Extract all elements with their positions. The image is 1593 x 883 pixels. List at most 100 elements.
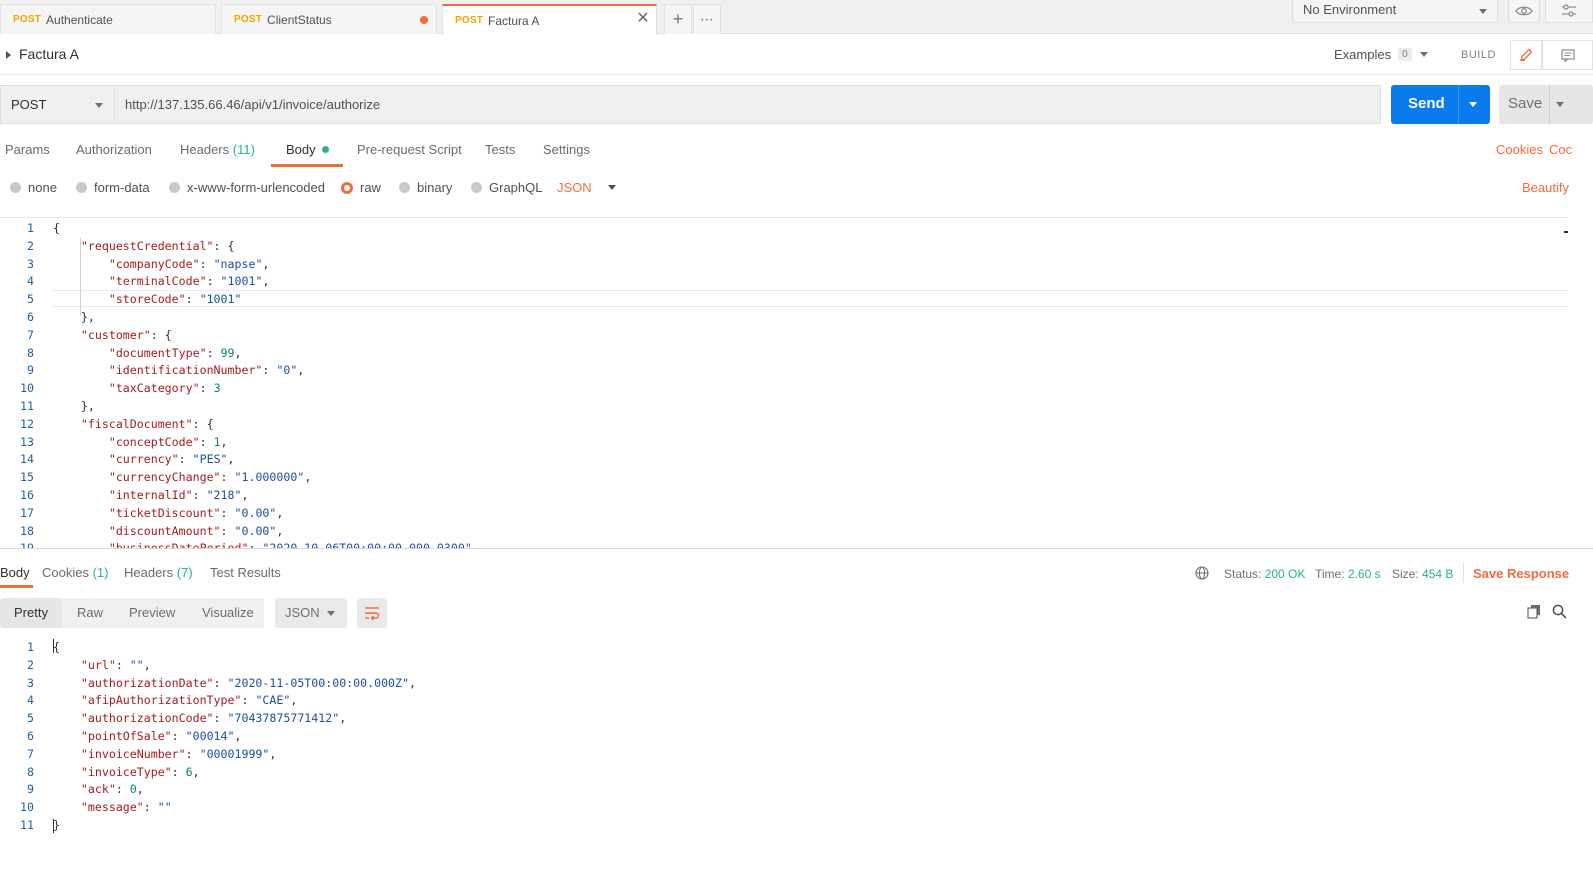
response-tab-body[interactable]: Body (0, 565, 30, 580)
code-token: "2020-10-06T00:00:00.000-0300" (262, 541, 471, 548)
code-text: "storeCode": "1001" (53, 290, 242, 308)
radio-graphql[interactable]: GraphQL (471, 180, 542, 195)
manage-environments-button[interactable] (1545, 0, 1593, 23)
copy-response-button[interactable] (1525, 602, 1543, 620)
expand-triangle-icon[interactable] (6, 51, 11, 59)
radio-x-www-form-urlencoded[interactable]: x-www-form-urlencoded (169, 180, 325, 195)
line-number: 6 (27, 729, 34, 743)
url-input[interactable]: http://137.135.66.46/api/v1/invoice/auth… (114, 85, 1381, 124)
code-token: : (220, 505, 235, 520)
tab-factura-a[interactable]: POST Factura A ✕ (442, 4, 657, 35)
request-body-editor[interactable]: 1{2 "requestCredential": {3 "companyCode… (0, 217, 1568, 548)
code-token: "0" (276, 363, 298, 378)
tab-clientstatus[interactable]: POST ClientStatus (221, 4, 437, 34)
code-token: "url" (80, 657, 116, 672)
tab-params[interactable]: Params (5, 142, 50, 157)
code-token: 99 (220, 345, 235, 360)
code-token: "0.00" (234, 523, 277, 538)
view-raw[interactable]: Raw (67, 598, 113, 628)
send-options-chevron-icon[interactable] (1469, 102, 1477, 107)
response-tab-test-results[interactable]: Test Results (210, 565, 281, 580)
tab-authorization[interactable]: Authorization (76, 142, 152, 157)
code-text: { (53, 219, 60, 237)
radio-binary[interactable]: binary (399, 180, 452, 195)
network-info-button[interactable] (1193, 565, 1211, 581)
line-number: 3 (27, 256, 34, 271)
line-number: 5 (27, 292, 34, 307)
line-number: 9 (27, 363, 34, 378)
code-token: "ticketDiscount" (108, 505, 221, 520)
tab-options-button[interactable]: ⋯ (693, 4, 721, 34)
environment-quick-look-button[interactable] (1508, 0, 1540, 23)
radio-none[interactable]: none (10, 180, 57, 195)
tab-pre-request-script[interactable]: Pre-request Script (357, 142, 462, 157)
status-label: Status: (1224, 567, 1262, 581)
response-divider[interactable] (0, 548, 1593, 549)
response-view-modes: Pretty Raw Preview Visualize (0, 598, 264, 628)
cookies-link[interactable]: Cookies (1496, 142, 1543, 157)
body-format-select[interactable]: JSON (557, 180, 616, 195)
request-name[interactable]: Factura A (19, 46, 79, 62)
code-token: "invoiceNumber" (80, 746, 186, 761)
radio-label: form-data (94, 180, 150, 195)
code-line: 13 "conceptCode": 1, (0, 433, 1568, 451)
code-token: : (115, 657, 130, 672)
code-token: , (227, 452, 235, 467)
code-token: "1001" (220, 274, 263, 289)
wrap-lines-button[interactable] (357, 598, 387, 628)
method-select[interactable]: POST (0, 85, 114, 124)
response-body-viewer[interactable]: 1{2 "url": "", 3 "authorizationDate": "20… (0, 637, 1568, 837)
radio-form-data[interactable]: form-data (76, 180, 150, 195)
send-button[interactable]: Send (1391, 85, 1490, 124)
radio-raw[interactable]: raw (341, 180, 381, 195)
line-number: 2 (27, 238, 34, 253)
code-token: : (262, 363, 277, 378)
code-token: : (115, 782, 130, 797)
line-number: 19 (0, 539, 34, 548)
code-token: { (53, 640, 60, 654)
save-options-chevron-icon[interactable] (1556, 102, 1564, 107)
method-value: POST (11, 97, 47, 112)
code-link[interactable]: Coc (1549, 142, 1572, 157)
response-tab-headers[interactable]: Headers (7) (124, 565, 193, 580)
code-text: "currencyChange": "1.000000", (53, 468, 311, 486)
tab-headers[interactable]: Headers (11) (180, 142, 255, 157)
response-status[interactable]: Status: 200 OK (1224, 567, 1305, 581)
comments-button[interactable] (1542, 40, 1593, 70)
build-label[interactable]: BUILD (1461, 49, 1496, 61)
globe-icon (1195, 566, 1209, 580)
code-token: "conceptCode" (108, 434, 200, 449)
examples-dropdown[interactable]: Examples 0 (1334, 47, 1428, 62)
view-pretty[interactable]: Pretty (0, 598, 62, 628)
tab-settings[interactable]: Settings (543, 142, 590, 157)
line-number: 4 (27, 693, 34, 708)
response-tab-cookies[interactable]: Cookies (1) (42, 565, 108, 580)
code-token: , (143, 657, 151, 672)
response-time[interactable]: Time: 2.60 s (1315, 567, 1381, 581)
code-token: : (143, 800, 158, 815)
tab-body[interactable]: Body (286, 142, 329, 157)
tab-authenticate[interactable]: POST Authenticate (0, 4, 216, 34)
close-icon[interactable]: ✕ (636, 11, 650, 27)
environment-select[interactable]: No Environment (1292, 0, 1498, 23)
tab-tests[interactable]: Tests (485, 142, 515, 157)
response-format-select[interactable]: JSON (275, 598, 347, 628)
beautify-link[interactable]: Beautify (1522, 180, 1569, 195)
code-token: } (53, 818, 60, 832)
edit-mode-button[interactable] (1510, 40, 1542, 70)
new-tab-button[interactable]: + (664, 4, 692, 34)
code-token: : (206, 274, 221, 289)
search-response-button[interactable] (1550, 602, 1568, 620)
save-response-button[interactable]: Save Response (1473, 566, 1569, 581)
response-size[interactable]: Size: 454 B (1392, 567, 1453, 581)
code-token: : (199, 256, 214, 271)
code-token: "businessDatePeriod" (109, 541, 249, 548)
view-visualize[interactable]: Visualize (192, 598, 264, 628)
radio-circle (76, 182, 87, 193)
save-button[interactable]: Save (1499, 85, 1593, 124)
line-number: 7 (27, 327, 34, 342)
view-preview[interactable]: Preview (119, 598, 185, 628)
